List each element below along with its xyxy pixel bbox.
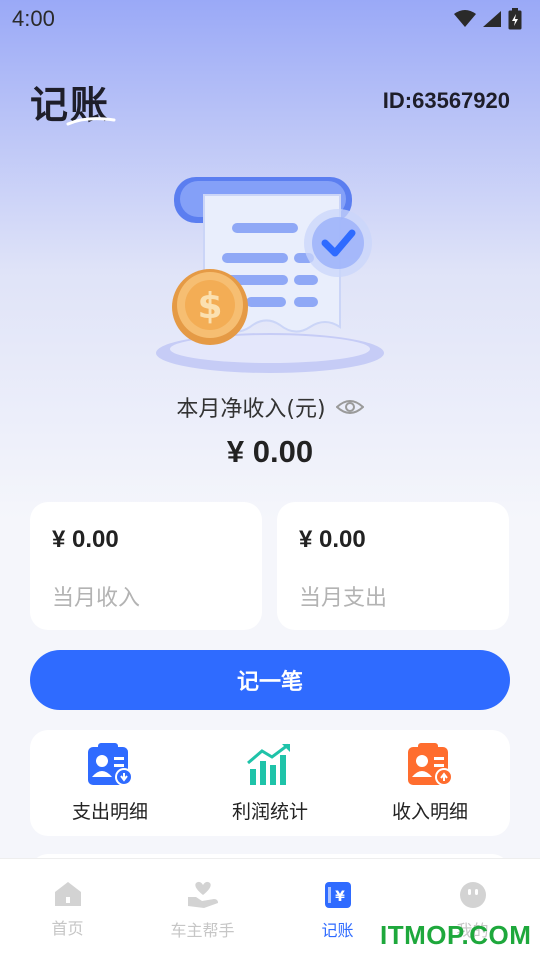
svg-text:$: $: [197, 286, 222, 327]
quick-link-expense-detail[interactable]: 支出明细: [40, 742, 180, 824]
ledger-icon: ¥: [324, 882, 351, 908]
status-bar: 4:00: [0, 0, 540, 38]
title-swoosh-decoration: [66, 117, 116, 126]
site-watermark: ITMOP.COM: [380, 920, 532, 950]
monthly-expense-label: 当月支出: [299, 586, 388, 611]
quick-link-label: 收入明细: [391, 800, 468, 823]
monthly-income-label: 当月收入: [52, 586, 141, 611]
net-income-label: 本月净收入(元): [176, 397, 326, 422]
quick-link-income-detail[interactable]: 收入明细: [360, 742, 500, 824]
status-icons: [454, 8, 522, 30]
monthly-income-value: ¥ 0.00: [52, 526, 119, 553]
tab-car-helper[interactable]: 车主帮手: [135, 859, 270, 960]
status-time: 4:00: [12, 6, 55, 31]
app-header: 记账 ID:63567920: [0, 70, 540, 140]
svg-text:¥: ¥: [335, 889, 345, 905]
net-income-label-row: 本月净收入(元): [0, 390, 540, 424]
signal-icon: [483, 11, 501, 27]
monthly-expense-card[interactable]: ¥ 0.00 当月支出: [277, 502, 509, 630]
tab-label: 车主帮手: [170, 921, 235, 940]
wifi-icon: [454, 10, 476, 27]
ledger-illustration: $: [156, 177, 384, 373]
quick-link-label: 利润统计: [231, 800, 308, 823]
expense-detail-icon: [88, 742, 133, 786]
quick-links-panel: 支出明细 利润统计 收入明细: [30, 730, 510, 836]
quick-link-label: 支出明细: [71, 800, 148, 823]
battery-icon: [508, 8, 522, 30]
net-income-value: ¥ 0.00: [226, 434, 314, 469]
record-entry-button[interactable]: 记一笔: [30, 650, 510, 710]
monthly-expense-value: ¥ 0.00: [299, 526, 366, 553]
income-detail-icon: [408, 742, 453, 786]
quick-link-profit-stats[interactable]: 利润统计: [200, 743, 340, 824]
profit-chart-icon: [247, 743, 290, 785]
helper-icon: [187, 881, 218, 908]
home-icon: [54, 882, 81, 906]
tab-label: 首页: [51, 919, 84, 938]
user-id: ID:63567920: [382, 88, 510, 113]
tab-label: 记账: [321, 921, 354, 940]
monthly-income-card[interactable]: ¥ 0.00 当月收入: [30, 502, 262, 630]
tab-home[interactable]: 首页: [0, 859, 135, 960]
profile-icon: [459, 882, 486, 908]
eye-icon[interactable]: [335, 398, 364, 416]
